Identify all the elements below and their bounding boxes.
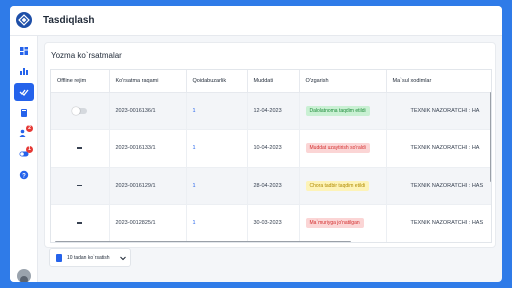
directives-table-container[interactable]: Offline rejim Ko'rsatma raqami Qoidabuza… xyxy=(50,69,492,243)
responsible-cell: TEXNIK NAZORATCHI : HA xyxy=(386,129,491,168)
responsible-cell: TEXNIK NAZORATCHI : HAS xyxy=(386,167,491,205)
avatar[interactable] xyxy=(17,269,31,282)
sidebar-item-users[interactable]: 2 xyxy=(14,124,34,142)
file-icon xyxy=(56,254,62,262)
directives-table: Offline rejim Ko'rsatma raqami Qoidabuza… xyxy=(51,70,491,242)
page-size-label: 10 tadan ko`rsatish xyxy=(67,255,110,261)
notification-badge: 1 xyxy=(26,146,33,153)
status-badge: Chora tadbir taqdim etildi xyxy=(305,180,370,191)
table-row[interactable]: 2023-0012825/1 1 30-03-2023 Ma`muriyga j… xyxy=(51,204,491,242)
offline-cell xyxy=(51,92,110,130)
status-cell: Muddat uzaytirish so'raldi xyxy=(299,129,387,168)
status-cell: Dalolatnoma taqdim etildi xyxy=(299,92,387,130)
sidebar-item-dashboard[interactable] xyxy=(14,42,34,60)
app-window: Tasdiqlash 2 1 ? Yozma ko`rsatmalar Offl… xyxy=(10,6,502,282)
sidebar-item-statistics[interactable] xyxy=(14,62,34,80)
status-badge: Ma`muriyga jo'natilgan xyxy=(305,218,364,229)
number-cell: 2023-0016136/1 xyxy=(109,92,187,130)
offline-toggle[interactable] xyxy=(71,106,87,115)
card-title: Yozma ko`rsatmalar xyxy=(51,51,122,60)
svg-text:?: ? xyxy=(22,174,26,180)
status-badge: Muddat uzaytirish so'raldi xyxy=(305,143,370,154)
responsible-cell: TEXNIK NAZORATCHI : HA xyxy=(386,92,491,130)
dashboard-icon xyxy=(20,47,28,55)
empty-dash xyxy=(77,184,83,187)
offline-cell xyxy=(51,167,110,205)
column-header-number[interactable]: Ko'rsatma raqami xyxy=(109,70,187,93)
help-icon: ? xyxy=(19,170,29,180)
app-logo[interactable] xyxy=(16,12,32,28)
column-header-violations[interactable]: Qoidabuzarlik xyxy=(186,70,248,93)
number-cell: 2023-0016129/1 xyxy=(109,167,187,205)
offline-cell xyxy=(51,129,110,168)
column-header-offline[interactable]: Offline rejim xyxy=(51,70,110,93)
offline-cell xyxy=(51,204,110,242)
column-header-responsible[interactable]: Ma`sul xodimlar xyxy=(386,70,491,93)
sidebar-item-toggle[interactable]: 1 xyxy=(14,145,34,163)
violations-link[interactable]: 1 xyxy=(186,204,248,242)
column-header-deadline[interactable]: Muddati xyxy=(247,70,300,93)
empty-dash xyxy=(77,147,83,149)
column-header-status[interactable]: O'zgarish xyxy=(299,70,387,93)
sidebar: 2 1 ? xyxy=(10,36,38,282)
violations-link[interactable]: 1 xyxy=(186,92,248,130)
page-title: Tasdiqlash xyxy=(43,15,95,26)
chart-icon xyxy=(20,68,28,75)
chevron-down-icon xyxy=(120,256,126,261)
status-cell: Ma`muriyga jo'natilgan xyxy=(299,204,387,242)
top-bar: Tasdiqlash xyxy=(10,6,502,36)
directives-card: Yozma ko`rsatmalar Offline rejim Ko'rsat… xyxy=(44,42,496,248)
book-icon xyxy=(21,109,27,117)
sidebar-item-help[interactable]: ? xyxy=(14,166,34,184)
responsible-cell: TEXNIK NAZORATCHI : HAS xyxy=(386,204,491,242)
status-badge: Dalolatnoma taqdim etildi xyxy=(305,105,370,116)
sidebar-item-approval[interactable] xyxy=(14,83,34,101)
table-header-row: Offline rejim Ko'rsatma raqami Qoidabuza… xyxy=(51,70,491,93)
number-cell: 2023-0016133/1 xyxy=(109,129,187,168)
empty-dash xyxy=(77,222,83,224)
table-row[interactable]: 2023-0016129/1 1 28-04-2023 Chora tadbir… xyxy=(51,167,491,205)
deadline-cell: 12-04-2023 xyxy=(247,92,300,130)
violations-link[interactable]: 1 xyxy=(186,167,248,205)
status-cell: Chora tadbir taqdim etildi xyxy=(299,167,387,205)
deadline-cell: 28-04-2023 xyxy=(247,167,300,205)
table-row[interactable]: 2023-0016136/1 1 12-04-2023 Dalolatnoma … xyxy=(51,92,491,130)
deadline-cell: 10-04-2023 xyxy=(247,129,300,168)
sidebar-item-documents[interactable] xyxy=(14,104,34,122)
deadline-cell: 30-03-2023 xyxy=(247,204,300,242)
notification-badge: 2 xyxy=(26,125,33,132)
violations-link[interactable]: 1 xyxy=(186,129,248,168)
check-double-icon xyxy=(19,89,29,96)
page-size-select[interactable]: 10 tadan ko`rsatish xyxy=(49,248,131,267)
number-cell: 2023-0012825/1 xyxy=(109,204,187,242)
table-row[interactable]: 2023-0016133/1 1 10-04-2023 Muddat uzayt… xyxy=(51,129,491,168)
